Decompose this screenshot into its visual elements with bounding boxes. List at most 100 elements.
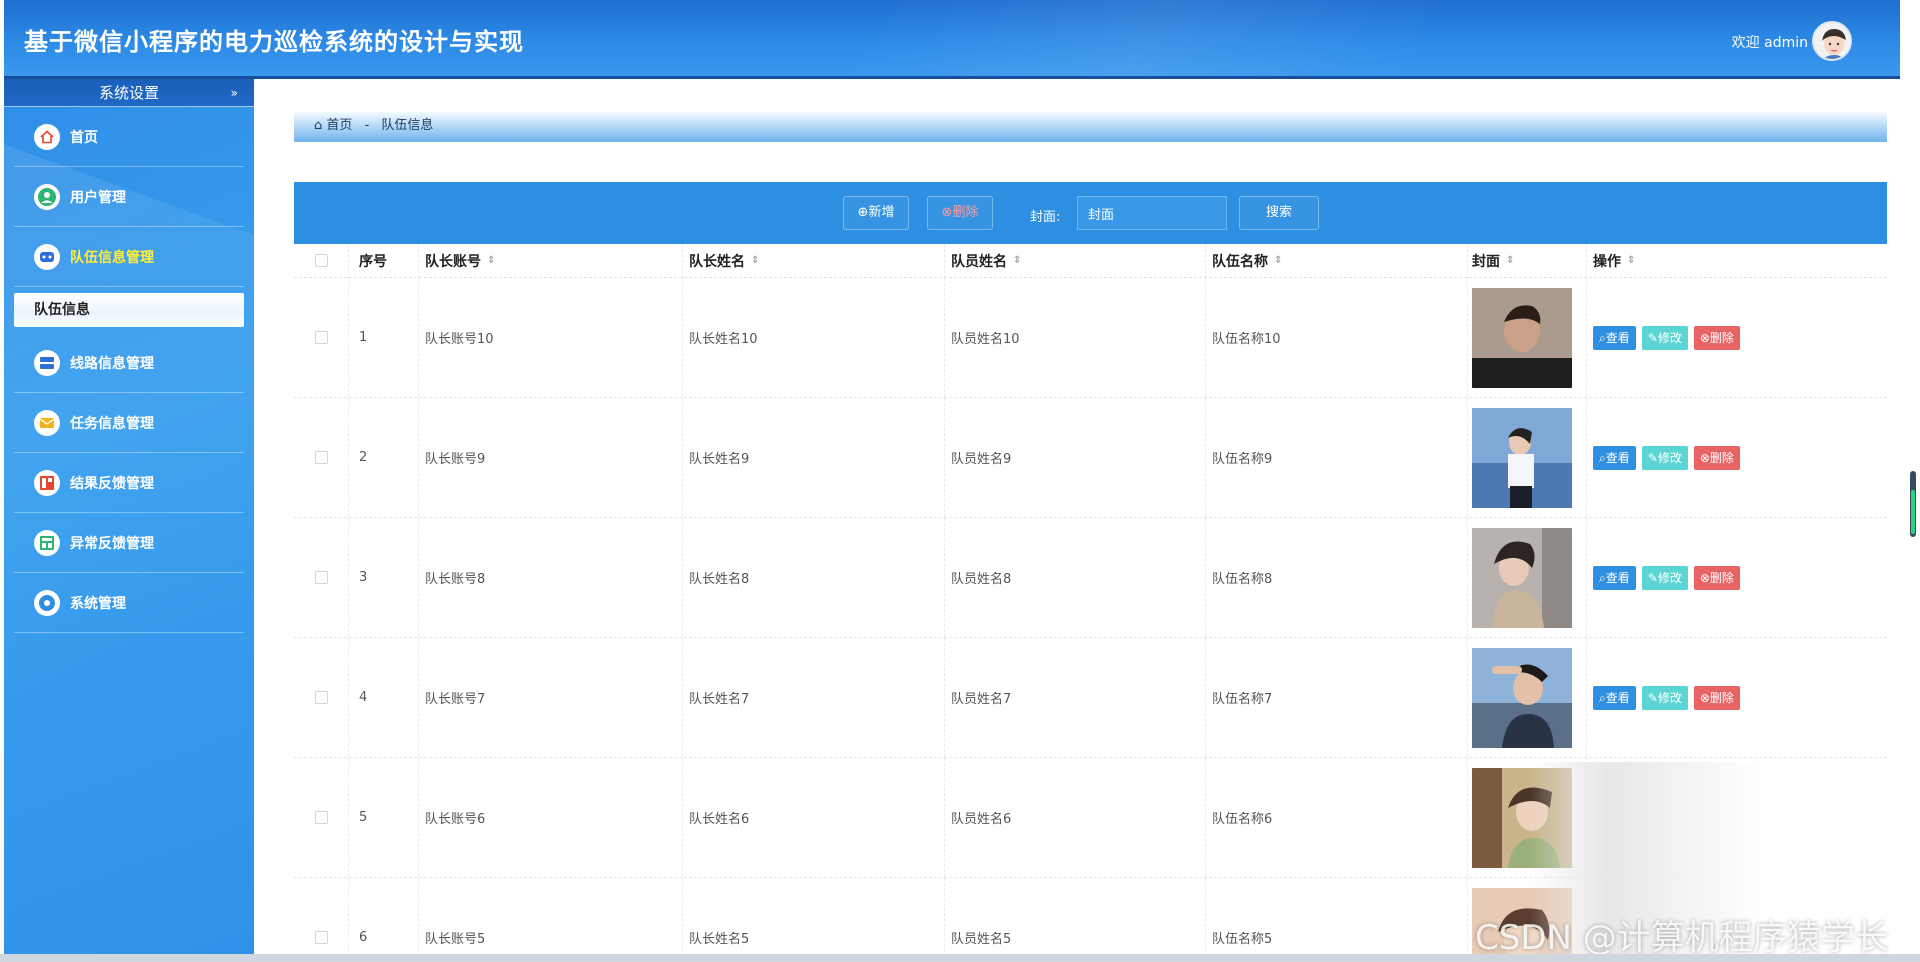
cover-image[interactable] — [1472, 647, 1572, 748]
delete-label: 删除 — [1709, 450, 1734, 465]
cover-image[interactable] — [1472, 287, 1572, 388]
view-button[interactable]: ⌕查看 — [1593, 445, 1636, 470]
view-label: 查看 — [1605, 450, 1630, 465]
column-header-captain-account[interactable]: 队长账号 — [425, 251, 481, 271]
view-label: 查看 — [1605, 690, 1630, 705]
delete-button-label: 删除 — [952, 205, 979, 220]
sort-icon[interactable]: ⇕ — [1506, 255, 1514, 266]
avatar[interactable] — [1812, 21, 1852, 61]
sort-icon[interactable]: ⇕ — [1627, 255, 1635, 266]
batch-delete-button[interactable]: ⊗删除 — [927, 196, 993, 230]
sidebar-item-result-feedback[interactable]: 结果反馈管理 — [14, 453, 244, 513]
cell-no: 4 — [349, 638, 419, 757]
delete-button[interactable]: ⊗删除 — [1693, 325, 1740, 350]
sort-icon[interactable]: ⇕ — [1013, 255, 1021, 266]
sidebar-section-header[interactable]: 系统设置 » — [4, 79, 254, 107]
delete-label: 删除 — [1709, 570, 1734, 585]
avatar-icon — [1814, 23, 1850, 59]
cover-filter-input[interactable] — [1077, 196, 1227, 230]
column-header-cover[interactable]: 封面 — [1472, 251, 1500, 271]
sidebar-item-system-management[interactable]: 系统管理 — [14, 573, 244, 633]
x-circle-icon: ⊗ — [1699, 570, 1710, 585]
sidebar-item-task-management[interactable]: 任务信息管理 — [14, 393, 244, 453]
edit-button[interactable]: ✎修改 — [1641, 565, 1688, 590]
edit-label: 修改 — [1657, 330, 1682, 345]
sort-icon[interactable]: ⇕ — [751, 255, 759, 266]
cell-member-name: 队员姓名6 — [945, 758, 1206, 877]
sidebar-item-label: 用户管理 — [70, 189, 126, 206]
cover-filter-label: 封面: — [1030, 210, 1061, 225]
row-checkbox[interactable] — [314, 451, 328, 464]
row-checkbox[interactable] — [314, 331, 328, 344]
column-header-no: 序号 — [359, 253, 387, 270]
edit-button[interactable]: ✎修改 — [1641, 685, 1688, 710]
search-icon: ⌕ — [1599, 570, 1606, 585]
search-button[interactable]: 搜索 — [1239, 196, 1319, 230]
edit-icon: ✎ — [1647, 450, 1658, 465]
x-circle-icon: ⊗ — [941, 205, 953, 220]
sort-icon[interactable]: ⇕ — [487, 255, 495, 266]
delete-label: 删除 — [1709, 330, 1734, 345]
cell-no: 1 — [349, 278, 419, 397]
sidebar-item-label: 结果反馈管理 — [70, 475, 154, 492]
add-button-label: 新增 — [868, 205, 895, 220]
cover-image[interactable] — [1472, 407, 1572, 508]
watermark: CSDN @计算机程序猿学长 — [1475, 918, 1889, 958]
cell-team-name: 队伍名称8 — [1206, 518, 1468, 637]
delete-button[interactable]: ⊗删除 — [1693, 445, 1740, 470]
table-row: 1 队长账号10 队长姓名10 队员姓名10 队伍名称10 ⌕查看 ✎修改 ⊗删… — [294, 278, 1887, 398]
edit-button[interactable]: ✎修改 — [1641, 325, 1688, 350]
sidebar-subitem-team-info[interactable]: 队伍信息 — [14, 293, 244, 327]
delete-button[interactable]: ⊗删除 — [1693, 685, 1740, 710]
column-header-actions: 操作 — [1593, 253, 1621, 270]
cell-member-name: 队员姓名7 — [945, 638, 1206, 757]
row-checkbox[interactable] — [314, 691, 328, 704]
sidebar-item-team-management[interactable]: 队伍信息管理 — [14, 227, 244, 287]
sidebar-item-label: 系统管理 — [70, 595, 126, 612]
row-actions: ⌕查看 ✎修改 ⊗删除 — [1587, 278, 1887, 397]
welcome-text: 欢迎 admin — [1731, 35, 1808, 51]
cell-captain-name: 队长姓名5 — [683, 878, 945, 954]
row-checkbox[interactable] — [314, 571, 328, 584]
sidebar-item-line-management[interactable]: 线路信息管理 — [14, 333, 244, 393]
column-header-member-name[interactable]: 队员姓名 — [951, 251, 1007, 271]
view-button[interactable]: ⌕查看 — [1593, 325, 1636, 350]
view-label: 查看 — [1605, 330, 1630, 345]
x-circle-icon: ⊗ — [1699, 690, 1710, 705]
edit-icon: ✎ — [1647, 330, 1658, 345]
home-icon — [34, 123, 60, 150]
sidebar-item-exception-feedback[interactable]: 异常反馈管理 — [14, 513, 244, 573]
cell-captain-name: 队长姓名10 — [683, 278, 945, 397]
edit-button[interactable]: ✎修改 — [1641, 445, 1688, 470]
breadcrumb-home-link[interactable]: 首页 — [326, 118, 352, 133]
team-icon — [34, 243, 60, 270]
edit-label: 修改 — [1657, 450, 1682, 465]
column-header-team-name[interactable]: 队伍名称 — [1212, 251, 1268, 271]
sidebar: 系统设置 » 首页 用户管理 队伍信息管理 队伍信息 线路信息管理 任务信息管理… — [4, 79, 254, 954]
cell-captain-name: 队长姓名6 — [683, 758, 945, 877]
row-checkbox[interactable] — [314, 811, 328, 824]
view-button[interactable]: ⌕查看 — [1593, 565, 1636, 590]
view-button[interactable]: ⌕查看 — [1593, 685, 1636, 710]
cover-image[interactable] — [1472, 527, 1572, 628]
sort-icon[interactable]: ⇕ — [1274, 255, 1282, 266]
sidebar-item-users[interactable]: 用户管理 — [14, 167, 244, 227]
x-circle-icon: ⊗ — [1699, 330, 1710, 345]
sidebar-item-label: 任务信息管理 — [70, 415, 154, 432]
select-all-checkbox[interactable] — [314, 254, 328, 267]
edit-icon: ✎ — [1647, 690, 1658, 705]
delete-button[interactable]: ⊗删除 — [1693, 565, 1740, 590]
add-button[interactable]: ⊕新增 — [843, 196, 909, 230]
cell-captain-name: 队长姓名7 — [683, 638, 945, 757]
sidebar-item-home[interactable]: 首页 — [14, 107, 244, 167]
breadcrumb-separator: - — [364, 118, 370, 133]
row-checkbox[interactable] — [314, 931, 328, 944]
row-actions: ⌕查看 ✎修改 ⊗删除 — [1587, 638, 1887, 757]
cell-member-name: 队员姓名8 — [945, 518, 1206, 637]
table-row: 3 队长账号8 队长姓名8 队员姓名8 队伍名称8 ⌕查看 ✎修改 ⊗删除 — [294, 518, 1887, 638]
cell-team-name: 队伍名称10 — [1206, 278, 1468, 397]
view-label: 查看 — [1605, 570, 1630, 585]
x-circle-icon: ⊗ — [1699, 450, 1710, 465]
column-header-captain-name[interactable]: 队长姓名 — [689, 251, 745, 271]
cell-captain-account: 队长账号7 — [419, 638, 683, 757]
